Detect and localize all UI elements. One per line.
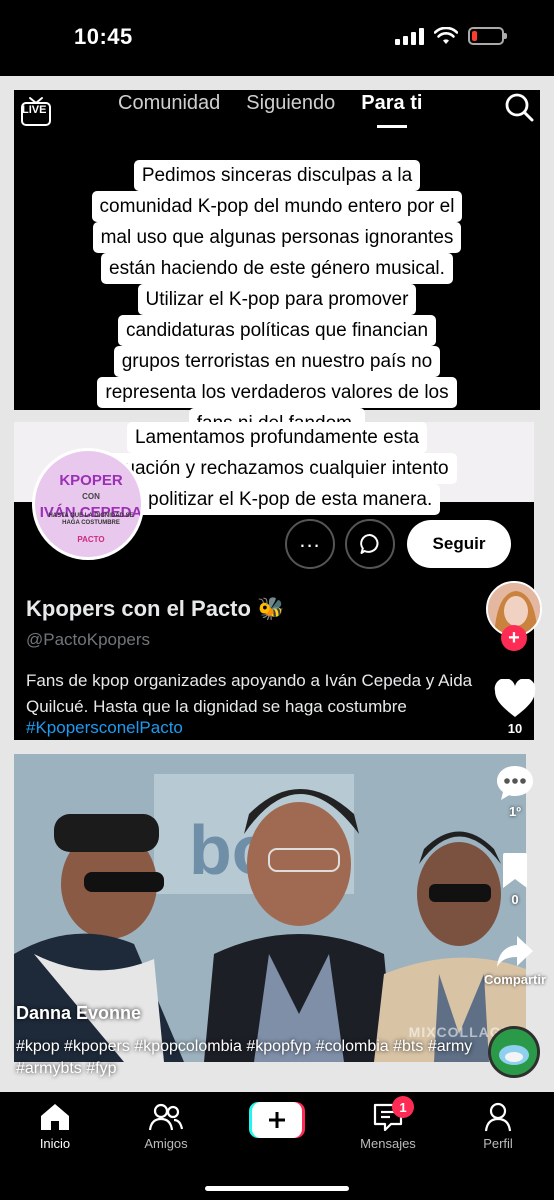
wifi-icon bbox=[434, 27, 458, 44]
music-disc-icon[interactable] bbox=[488, 1026, 540, 1078]
tab-siguiendo[interactable]: Siguiendo bbox=[246, 92, 335, 115]
comment-button[interactable]: 1º bbox=[485, 764, 545, 819]
logo-brand: PACTO bbox=[77, 535, 105, 544]
nav-home[interactable]: Inicio bbox=[15, 1102, 95, 1151]
live-label: LIVE bbox=[22, 104, 47, 116]
tab-comunidad[interactable]: Comunidad bbox=[118, 92, 220, 115]
nav-friends-label: Amigos bbox=[144, 1136, 188, 1151]
status-time: 10:45 bbox=[74, 24, 133, 49]
like-count: 10 bbox=[507, 721, 523, 736]
feed-tabs: Comunidad Siguiendo Para ti bbox=[118, 92, 422, 128]
caption-line: representa los verdaderos valores de los bbox=[97, 377, 457, 408]
home-indicator[interactable] bbox=[205, 1186, 349, 1191]
follow-plus-button[interactable]: + bbox=[501, 625, 527, 651]
caption-line: mal uso que algunas personas ignorantes bbox=[92, 222, 462, 253]
bottom-nav: Inicio Amigos Mensajes 1 Perfil bbox=[0, 1092, 554, 1200]
status-icons bbox=[395, 27, 507, 45]
friends-icon bbox=[149, 1103, 183, 1131]
caption-line: comunidad K-pop del mundo entero por el bbox=[91, 191, 463, 222]
caption-line: están haciendo de este género musical. bbox=[101, 253, 453, 284]
bookmark-icon bbox=[503, 853, 527, 888]
nav-friends[interactable]: Amigos bbox=[126, 1102, 206, 1151]
heart-icon bbox=[494, 679, 536, 717]
comment-icon bbox=[497, 766, 533, 800]
signal-icon bbox=[395, 27, 424, 45]
create-button[interactable] bbox=[249, 1102, 305, 1138]
caption-line: Utilizar el K-pop para promover bbox=[137, 284, 417, 315]
logo-subtitle: HASTA QUE LA DIGNIDAD SE HAGA COSTUMBRE bbox=[48, 513, 134, 526]
message-button[interactable] bbox=[345, 519, 395, 569]
battery-icon bbox=[468, 27, 507, 45]
share-label: Compartir bbox=[483, 972, 547, 987]
post-hashtags[interactable]: #kpop #kpopers #kpopcolombia #kpopfyp #c… bbox=[16, 1036, 486, 1080]
more-dots-icon: ... bbox=[299, 527, 321, 552]
save-button[interactable]: 0 bbox=[485, 852, 545, 907]
caption-line: situación y rechazamos cualquier intento bbox=[97, 453, 457, 484]
share-button[interactable]: Compartir bbox=[472, 934, 554, 987]
caption-line: grupos terroristas en nuestro país no bbox=[113, 346, 441, 377]
create-plus-icon bbox=[249, 1102, 305, 1138]
nav-home-label: Inicio bbox=[39, 1136, 71, 1151]
chat-bubble-icon bbox=[360, 533, 379, 554]
video-feed[interactable]: ... Seguir Kpopers con el Pacto 🐝 @Pacto… bbox=[0, 76, 554, 1092]
caption-line: de politizar el K-pop de esta manera. bbox=[113, 484, 441, 515]
save-count: 0 bbox=[511, 892, 519, 907]
account-hashtag: #KpopersconelPacto bbox=[26, 718, 183, 737]
caption-line: Pedimos sinceras disculpas a la bbox=[133, 160, 421, 191]
nav-messages[interactable]: Mensajes bbox=[348, 1102, 428, 1151]
more-options-button[interactable]: ... bbox=[285, 519, 335, 569]
account-name: Kpopers con el Pacto 🐝 bbox=[26, 596, 285, 621]
disc-artwork bbox=[491, 1029, 537, 1075]
messages-badge: 1 bbox=[392, 1096, 414, 1118]
account-bio: Fans de kpop organizades apoyando a Iván… bbox=[26, 671, 473, 716]
caption-line: candidaturas políticas que financian bbox=[117, 315, 437, 346]
follow-button[interactable]: Seguir bbox=[407, 520, 511, 568]
account-handle: @PactoKpopers bbox=[26, 630, 151, 649]
post-username[interactable]: Danna Evonne bbox=[16, 1003, 141, 1024]
home-icon bbox=[41, 1104, 69, 1130]
profile-logo: KPOPER CON IVÁN CEPEDA HASTA QUE LA DIGN… bbox=[32, 448, 144, 560]
profile-icon bbox=[484, 1102, 512, 1132]
search-icon[interactable] bbox=[504, 92, 534, 122]
nav-messages-label: Mensajes bbox=[360, 1136, 416, 1151]
nav-profile-label: Perfil bbox=[483, 1136, 513, 1151]
comment-count: 1º bbox=[509, 804, 521, 819]
tab-para-ti[interactable]: Para ti bbox=[361, 92, 422, 128]
like-button[interactable]: 10 bbox=[485, 679, 545, 736]
status-bar: 10:45 bbox=[0, 0, 554, 76]
top-nav: LIVE Comunidad Siguiendo Para ti bbox=[14, 90, 540, 140]
share-arrow-icon bbox=[497, 936, 533, 967]
caption-line: Lamentamos profundamente esta bbox=[126, 422, 428, 453]
caption-top: Pedimos sinceras disculpas a la comunida… bbox=[0, 160, 554, 439]
nav-profile[interactable]: Perfil bbox=[458, 1102, 538, 1151]
